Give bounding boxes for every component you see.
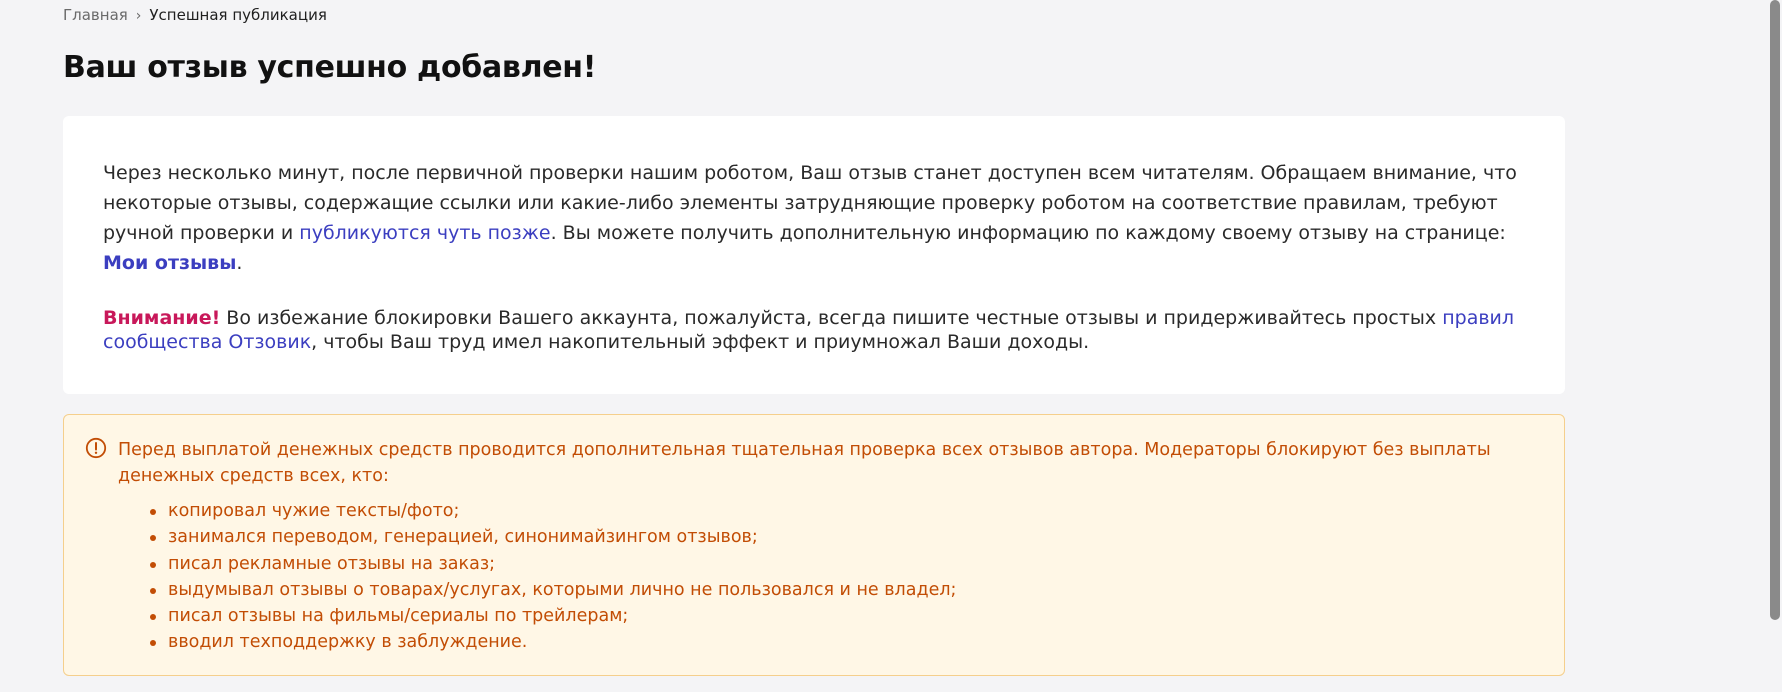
warning-text-2: , чтобы Ваш труд имел накопительный эффе… (311, 331, 1090, 353)
breadcrumb-separator: › (135, 8, 142, 24)
moderation-notice: Перед выплатой денежных средств проводит… (63, 414, 1565, 676)
page-title: Ваш отзыв успешно добавлен! (63, 50, 597, 85)
breadcrumb: Главная › Успешная публикация (63, 6, 327, 25)
notice-list-item: выдумывал отзывы о товарах/услугах, кото… (150, 577, 1524, 603)
notice-list-item: копировал чужие тексты/фото; (150, 498, 1524, 524)
notice-list-item: писал рекламные отзывы на заказ; (150, 551, 1524, 577)
info-paragraph: Через несколько минут, после первичной п… (103, 158, 1525, 278)
published-later-link[interactable]: публикуются чуть позже (299, 222, 550, 244)
warning-text-1: Во избежание блокировки Вашего аккаунта,… (220, 307, 1443, 329)
breadcrumb-current: Успешная публикация (149, 6, 327, 24)
scrollbar-thumb[interactable] (1770, 0, 1780, 620)
my-reviews-link[interactable]: Мои отзывы (103, 252, 236, 274)
attention-label: Внимание! (103, 307, 221, 329)
warning-paragraph: Внимание! Во избежание блокировки Вашего… (103, 306, 1525, 354)
exclamation-circle-icon (85, 437, 107, 459)
notice-list-item: вводил техподдержку в заблуждение. (150, 629, 1524, 655)
breadcrumb-home-link[interactable]: Главная (63, 6, 128, 24)
info-text-3: . (236, 252, 243, 274)
notice-list: копировал чужие тексты/фото; занимался п… (118, 498, 1524, 656)
notice-list-item: занимался переводом, генерацией, синоним… (150, 524, 1524, 550)
notice-text: Перед выплатой денежных средств проводит… (118, 440, 1491, 486)
info-card: Через несколько минут, после первичной п… (63, 116, 1565, 394)
scrollbar-track[interactable] (1769, 0, 1782, 692)
info-text-2: . Вы можете получить дополнительную инфо… (550, 222, 1506, 244)
notice-list-item: писал отзывы на фильмы/сериалы по трейле… (150, 603, 1524, 629)
